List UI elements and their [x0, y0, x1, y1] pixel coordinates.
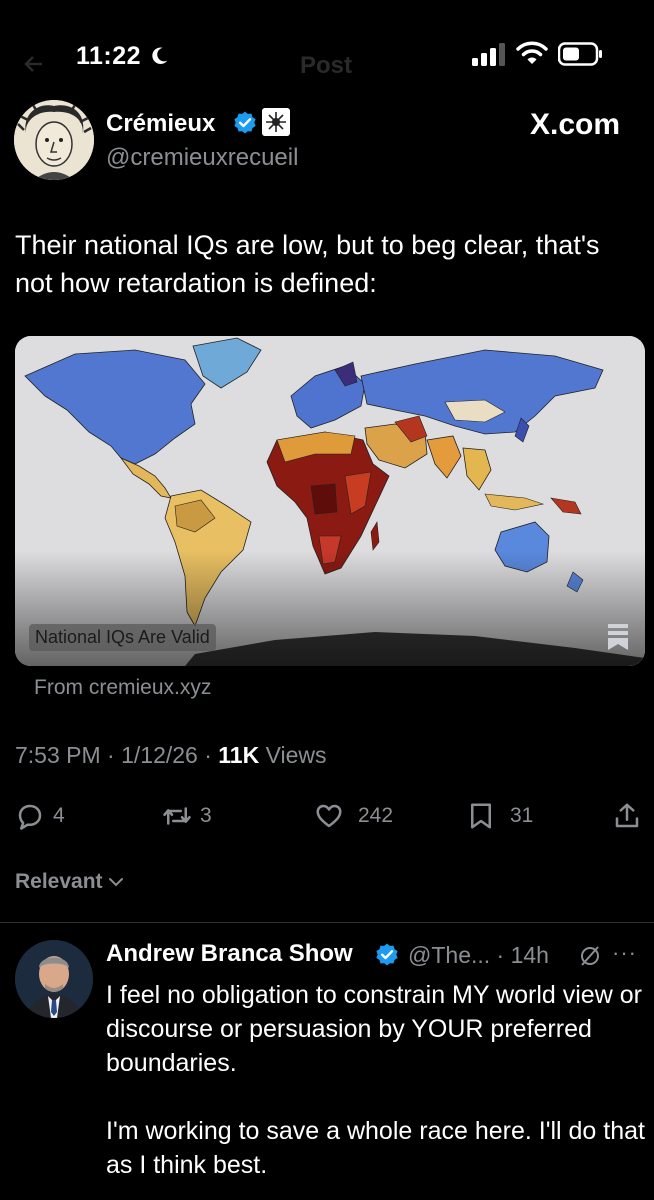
reply-icon	[18, 804, 42, 830]
views-count: 11K	[218, 742, 260, 768]
like-count: 242	[358, 804, 394, 827]
like-button[interactable]: 242	[314, 792, 393, 840]
status-bar: 11:22 Post	[0, 0, 654, 92]
more-options-icon[interactable]: ···	[612, 940, 637, 966]
wifi-icon	[516, 41, 548, 64]
reply-avatar[interactable]	[15, 940, 93, 1018]
card-source[interactable]: From cremieux.xyz	[34, 676, 211, 700]
reply-text: I feel no obligation to constrain MY wor…	[106, 981, 645, 1179]
divider	[0, 922, 654, 923]
repost-button[interactable]: 3	[162, 792, 212, 840]
bookmark-button[interactable]: 31	[466, 792, 533, 840]
watermark: X.com	[530, 108, 621, 141]
reply-handle-time[interactable]: @The... · 14h	[408, 942, 549, 969]
tweet-text: Their national IQs are low, but to beg c…	[15, 230, 600, 298]
reader-icon	[608, 624, 628, 650]
repost-icon	[163, 807, 191, 825]
bookmark-count: 31	[510, 804, 534, 827]
bookmark-icon	[471, 803, 491, 829]
sort-dropdown[interactable]: Relevant	[15, 870, 125, 894]
post-meta: 7:53 PM · 1/12/26 · 11K Views	[15, 742, 327, 769]
status-time: 11:22	[76, 42, 142, 70]
post-datetime: 7:53 PM · 1/12/26 ·	[15, 742, 219, 768]
share-icon	[615, 803, 639, 828]
page-title: Post	[300, 52, 353, 79]
chevron-down-icon	[108, 878, 123, 887]
author-handle[interactable]: @cremieuxrecueil	[106, 144, 298, 172]
cellular-signal-icon	[472, 43, 505, 66]
author-avatar[interactable]	[14, 100, 94, 180]
affiliation-badge-icon	[262, 108, 290, 136]
card-caption: National IQs Are Valid	[29, 624, 216, 651]
link-card[interactable]: National IQs Are Valid	[15, 336, 645, 666]
verified-badge-icon	[234, 111, 256, 134]
moon-icon	[152, 47, 168, 64]
reply-count: 4	[53, 804, 65, 827]
person-avatar-icon	[15, 940, 93, 1018]
grok-icon[interactable]	[578, 944, 602, 968]
caricature-avatar-icon	[14, 100, 94, 180]
battery-icon	[558, 42, 602, 66]
views-label: Views	[259, 742, 327, 768]
action-bar: 4 3 242 31	[0, 792, 654, 840]
world-map-image	[15, 336, 645, 666]
back-arrow-icon[interactable]	[22, 52, 46, 76]
author-name[interactable]: Crémieux	[106, 110, 215, 138]
share-button[interactable]	[612, 792, 642, 840]
sort-label: Relevant	[15, 870, 103, 893]
heart-icon	[316, 804, 342, 828]
reply-button[interactable]: 4	[15, 792, 65, 840]
repost-count: 3	[200, 804, 212, 827]
reply-author-name[interactable]: Andrew Branca Show	[106, 940, 353, 968]
verified-badge-icon	[376, 943, 398, 966]
